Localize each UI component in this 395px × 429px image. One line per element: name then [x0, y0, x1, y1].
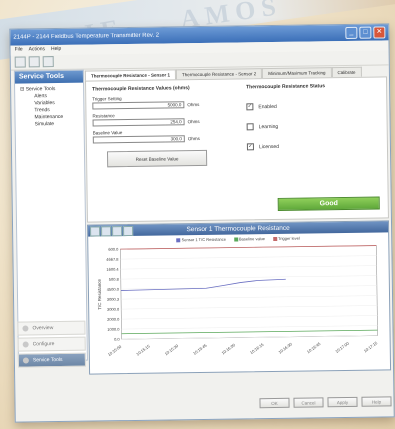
- resistance-status-group: Thermocouple Resistance Status ✓ Enabled …: [246, 83, 377, 151]
- navigation-tree: ⊟ Service Tools Alerts Variables Trends …: [15, 83, 84, 132]
- sidebar-header: Service Tools: [14, 70, 84, 84]
- properties-icon[interactable]: [28, 56, 40, 68]
- enabled-checkbox[interactable]: ✓ Enabled: [246, 102, 376, 111]
- ok-button[interactable]: OK: [259, 397, 290, 409]
- apply-button[interactable]: Apply: [327, 396, 358, 408]
- x-tick-label: 10:17:15: [363, 340, 379, 354]
- resistance-value: 254.0: [92, 118, 185, 127]
- x-tick-label: 10:15:30: [164, 343, 180, 357]
- help-button[interactable]: Help: [361, 396, 392, 407]
- y-axis-label: T/C Resistance: [97, 279, 102, 310]
- x-tick-label: 10:16:00: [221, 342, 237, 356]
- resistance-chart: 600.0 4667.8 1600.4 500.8 4500.0 3000.3 3000.0…: [97, 245, 379, 357]
- plot-area: [120, 245, 378, 340]
- nav-overview[interactable]: Overview: [17, 320, 86, 336]
- learning-checkbox[interactable]: Learning: [246, 122, 377, 131]
- licensed-checkbox[interactable]: ✓ Licensed: [246, 142, 377, 151]
- tab-panel: Thermocouple Resistance Values (ohms) Tr…: [85, 76, 389, 223]
- checkbox-icon: ✓: [246, 143, 254, 151]
- y-tick-label: 600.0: [108, 247, 119, 252]
- y-tick-label: 1600.4: [106, 267, 119, 272]
- unit-label: Ohms: [187, 136, 200, 142]
- x-tick-label: 10:16:45: [306, 341, 322, 355]
- main-area: Service Tools ⊟ Service Tools Alerts Var…: [11, 62, 394, 421]
- pan-icon[interactable]: [112, 226, 123, 237]
- trigger-setting-value: 5000.0: [92, 101, 185, 110]
- nav-service-tools[interactable]: Service Tools: [17, 352, 86, 368]
- application-window: 2144P - 2144 Fieldbus Temperature Transm…: [9, 23, 395, 423]
- configure-icon: [22, 341, 29, 348]
- reset-baseline-button[interactable]: Reset Baseline Value: [106, 149, 208, 168]
- y-tick-label: 4500.0: [107, 287, 120, 292]
- chart-title: Sensor 1 Thermocouple Resistance: [186, 224, 290, 234]
- unit-label: Ohms: [187, 102, 200, 108]
- overview-icon: [22, 325, 29, 332]
- menu-file[interactable]: File: [15, 46, 23, 54]
- close-icon[interactable]: ✕: [373, 26, 386, 39]
- zoom-out-icon[interactable]: [101, 226, 112, 237]
- maximize-icon[interactable]: □: [359, 26, 372, 39]
- checkbox-icon: [246, 123, 254, 131]
- x-tick-label: 10:16:30: [277, 341, 293, 355]
- chart-toolbar: [90, 225, 134, 237]
- y-tick-label: 1000.0: [107, 327, 120, 332]
- group-title: Thermocouple Resistance Values (ohms): [92, 85, 190, 93]
- zoom-in-icon[interactable]: [90, 226, 101, 237]
- chart-settings-icon[interactable]: [123, 225, 134, 237]
- y-tick-label: 0.0: [114, 337, 120, 342]
- print-icon[interactable]: [14, 56, 26, 68]
- cancel-button[interactable]: Cancel: [293, 397, 324, 408]
- checkbox-icon: ✓: [246, 103, 254, 111]
- menu-actions[interactable]: Actions: [29, 46, 46, 54]
- nav-configure[interactable]: Configure: [17, 336, 86, 352]
- dialog-buttons: OK Cancel Apply Help: [89, 396, 392, 412]
- x-tick-label: 10:16:15: [249, 341, 265, 355]
- y-tick-label: 3000.0: [107, 307, 120, 312]
- x-tick-label: 10:17:00: [334, 340, 350, 354]
- x-tick-label: 10:15:45: [192, 342, 208, 356]
- tree-item-simulate[interactable]: Simulate: [19, 121, 81, 129]
- sidebar: Service Tools ⊟ Service Tools Alerts Var…: [13, 69, 88, 362]
- x-tick-label: 10:15:00: [107, 343, 123, 357]
- group-title: Thermocouple Resistance Status: [246, 83, 326, 91]
- menu-help[interactable]: Help: [51, 46, 61, 54]
- help-icon[interactable]: [42, 56, 54, 68]
- x-tick-label: 10:15:15: [135, 343, 151, 357]
- service-tools-icon: [22, 357, 29, 364]
- y-tick-label: 500.8: [109, 277, 120, 282]
- y-tick-label: 2000.0: [107, 317, 120, 322]
- resistance-values-group: Thermocouple Resistance Values (ohms) Tr…: [92, 84, 253, 168]
- minimize-icon[interactable]: _: [345, 26, 358, 39]
- unit-label: Ohms: [187, 119, 200, 125]
- y-tick-label: 3000.3: [107, 297, 120, 302]
- tab-calibrate[interactable]: Calibrate: [331, 66, 362, 78]
- baseline-value: 300.0: [92, 135, 185, 144]
- y-tick-label: 4667.8: [106, 257, 119, 262]
- status-indicator: Good: [277, 196, 380, 211]
- chart-panel: Sensor 1 Thermocouple Resistance Sensor …: [87, 220, 392, 375]
- window-title: 2144P - 2144 Fieldbus Temperature Transm…: [13, 32, 160, 41]
